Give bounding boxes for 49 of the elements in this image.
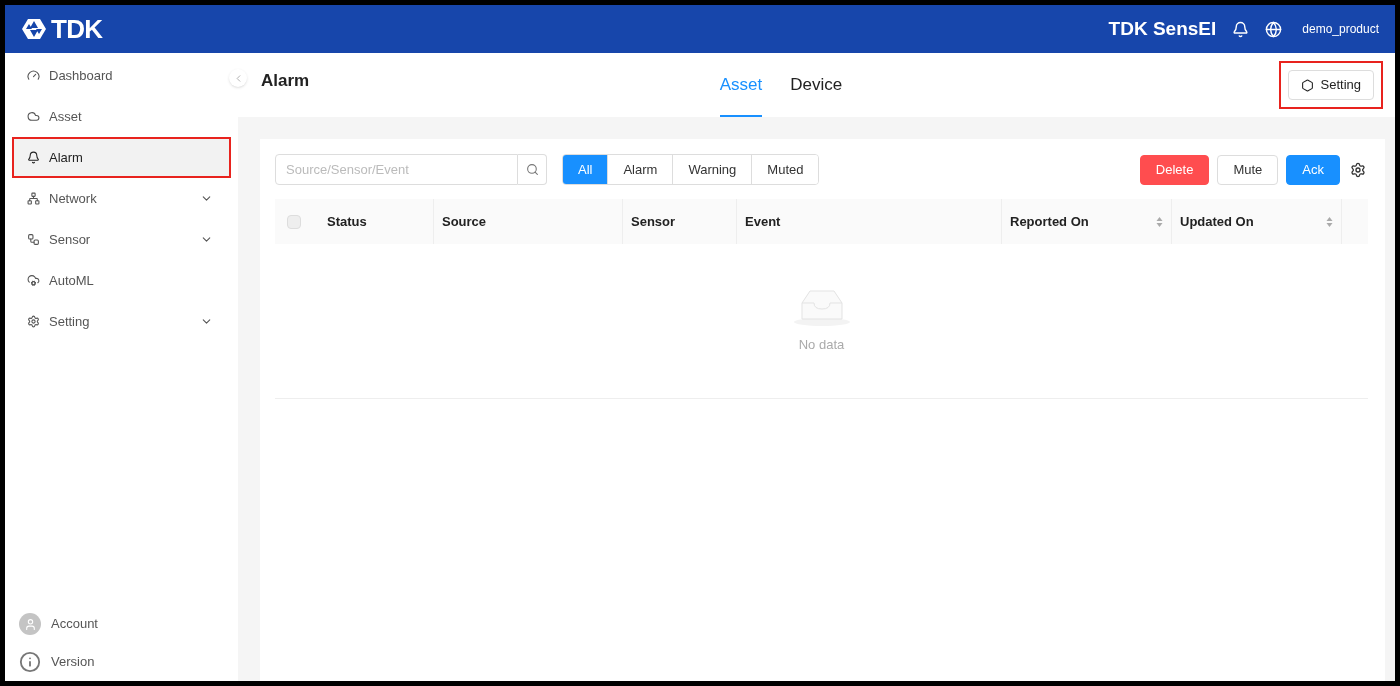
sort-icon[interactable] [1326,215,1333,228]
info-icon [19,651,41,673]
sidebar-item[interactable]: Dashboard [14,57,229,94]
sidebar-label: Sensor [49,230,92,249]
empty-inbox-icon [791,287,852,328]
gauge-icon [27,69,40,82]
sidebar-footer-label[interactable]: Account [51,614,98,634]
column-header: Source [442,212,488,231]
sidebar-item[interactable]: Network [14,180,229,217]
setting-button[interactable]: Setting [1287,70,1374,100]
sidebar-item[interactable]: Setting [14,303,229,340]
sidebar-label: Setting [49,312,91,331]
column-header: Event [745,212,782,231]
cloud-icon [27,274,40,287]
action-button[interactable]: Mute [1217,154,1279,185]
column-header: Sensor [631,212,677,231]
sidebar-label: AutoML [49,271,95,290]
tab[interactable]: Device [790,53,843,117]
logo-icon [21,18,47,40]
sidebar-item[interactable]: Asset [14,98,229,135]
logo-text: TDK [51,12,103,46]
bell-icon [27,151,40,164]
sidebar-label: Alarm [49,148,84,167]
sidebar-item[interactable]: Alarm [14,139,229,176]
nodes-icon [27,233,40,246]
avatar-icon [19,613,41,635]
empty-text: No data [798,336,845,355]
search-field[interactable]: Source/Sensor/Event [275,154,518,185]
notification-icon[interactable] [1232,20,1250,38]
filter-tab[interactable]: Muted [751,155,819,184]
sidebar-item[interactable]: Sensor [14,221,229,258]
column-header[interactable]: Updated On [1180,211,1326,232]
sidebar-item[interactable]: AutoML [14,262,229,299]
checkbox[interactable] [287,214,301,229]
page-title: Alarm [261,70,311,93]
search-icon [525,163,539,176]
product-name: TDK SensEI [1108,16,1217,41]
sidebar-label: Dashboard [49,66,114,85]
sort-icon[interactable] [1156,215,1163,228]
globe-icon[interactable] [1265,20,1283,38]
search-button[interactable] [518,154,547,185]
network-icon [27,192,40,205]
sidebar-label: Network [49,189,98,208]
sidebar-footer-label[interactable]: Version [51,652,95,672]
sidebar-label: Asset [49,107,83,126]
cloud-icon [27,110,40,123]
user-name[interactable]: demo_product [1302,20,1379,38]
column-header[interactable]: Reported On [1010,211,1156,232]
column-header: Status [327,212,368,231]
